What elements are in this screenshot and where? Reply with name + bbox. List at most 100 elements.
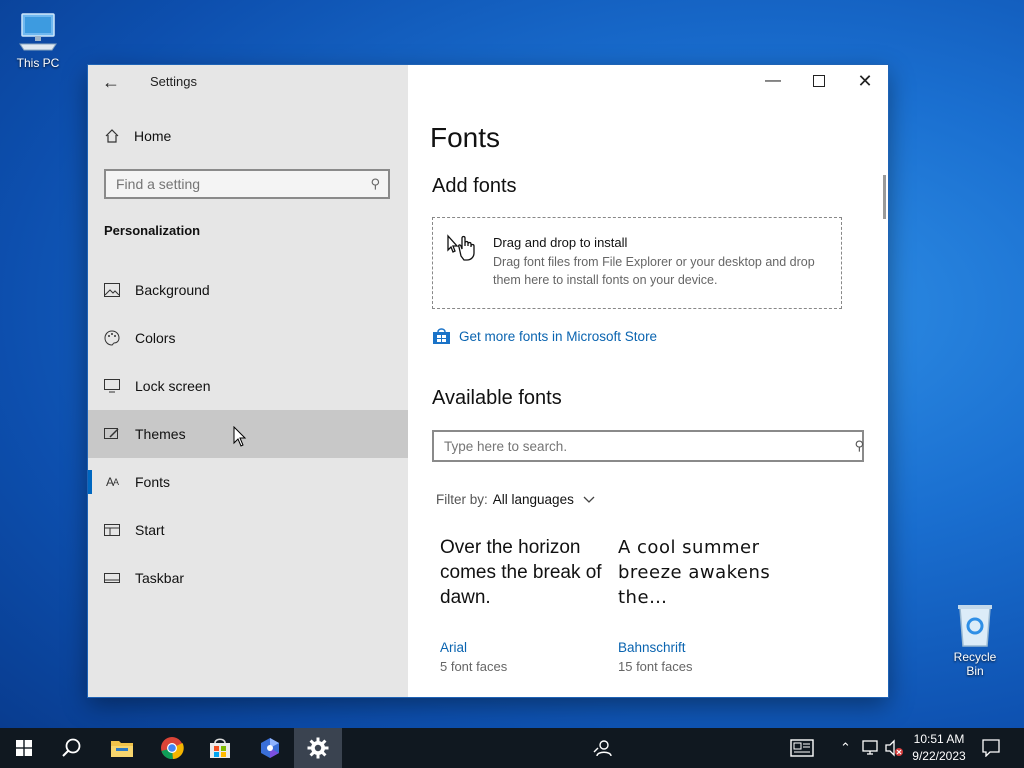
taskbar: ⌃ 10:51 AM 9/22/2023: [0, 728, 1024, 768]
sidebar-item-fonts[interactable]: AA Fonts: [88, 458, 408, 506]
file-explorer-icon: [111, 741, 133, 757]
find-setting-input[interactable]: [106, 171, 366, 197]
back-arrow-icon[interactable]: ←: [102, 72, 122, 92]
news-button[interactable]: [790, 728, 814, 768]
font-name: Bahnschrift: [618, 640, 686, 655]
volume-muted-icon: [885, 739, 903, 757]
settings-window: ← Settings Home ⚲ Personalization Backgr…: [88, 65, 888, 697]
recycle-bin-icon: [958, 605, 992, 647]
font-card-bahnschrift[interactable]: A cool summer breeze awakens the… Bahnsc…: [618, 535, 788, 674]
start-icon: [16, 740, 32, 756]
sidebar: ← Settings Home ⚲ Personalization Backgr…: [88, 65, 408, 697]
sidebar-item-colors[interactable]: Colors: [88, 314, 408, 362]
maximize-icon: [813, 75, 825, 87]
font-icon: AA: [105, 475, 119, 489]
minimize-icon: —: [765, 72, 781, 89]
taskbar-file-explorer[interactable]: [98, 728, 146, 768]
network-icon: [862, 740, 878, 755]
search-icon: ⚲: [370, 176, 380, 191]
sidebar-item-lock-screen[interactable]: Lock screen: [88, 362, 408, 410]
home-label: Home: [134, 128, 172, 144]
font-face-count: 15 font faces: [618, 659, 693, 674]
font-sample-text: Over the horizon comes the break of dawn…: [440, 537, 602, 608]
monitor-icon: [104, 378, 120, 394]
mouse-cursor-icon: [233, 426, 247, 447]
microsoft-store-link[interactable]: Get more fonts in Microsoft Store: [432, 327, 657, 345]
taskbar-chrome[interactable]: [148, 728, 196, 768]
drop-zone-description: Drag font files from File Explorer or yo…: [493, 255, 815, 287]
chevron-up-icon: ⌃: [840, 740, 851, 755]
sidebar-item-label: Themes: [135, 426, 186, 442]
font-name: Arial: [440, 640, 468, 655]
font-card-arial[interactable]: Over the horizon comes the break of dawn…: [440, 535, 610, 674]
computer-icon: [19, 13, 57, 51]
news-icon: [790, 739, 814, 757]
filter-value: All languages: [492, 492, 574, 507]
taskbar-settings[interactable]: [294, 728, 342, 768]
chevron-down-icon: [583, 492, 595, 507]
filter-label: Filter by:: [436, 492, 488, 507]
desktop-icon-recycle-bin[interactable]: Recycle Bin: [944, 602, 1006, 678]
available-fonts-heading: Available fonts: [432, 387, 562, 409]
sidebar-item-label: Lock screen: [135, 378, 211, 394]
sidebar-item-label: Start: [135, 522, 165, 538]
title-bar[interactable]: ← Settings: [88, 65, 408, 99]
main-content: — ✕ Fonts Add fonts Drag and drop to ins…: [408, 65, 888, 697]
language-filter[interactable]: Filter by: All languages: [436, 492, 595, 507]
network-button[interactable]: [862, 728, 880, 768]
notification-icon: [982, 739, 1000, 757]
desktop-icon-label: This PC: [16, 56, 60, 70]
font-search-box[interactable]: ⚲: [432, 430, 864, 462]
minimize-button[interactable]: —: [750, 65, 796, 97]
page-title: Fonts: [430, 122, 501, 153]
brush-icon: [104, 426, 120, 442]
window-title: Settings: [150, 74, 197, 89]
sidebar-item-taskbar[interactable]: Taskbar: [88, 554, 408, 602]
scrollbar[interactable]: [883, 175, 886, 219]
taskbar-store[interactable]: [196, 728, 244, 768]
desktop-icon-label: Recycle Bin: [953, 650, 997, 678]
font-face-count: 5 font faces: [440, 659, 508, 674]
close-icon: ✕: [857, 70, 873, 91]
close-button[interactable]: ✕: [842, 65, 888, 97]
sidebar-item-background[interactable]: Background: [88, 266, 408, 314]
people-button[interactable]: [592, 728, 612, 768]
taskbar-search-button[interactable]: [48, 728, 96, 768]
store-icon: [210, 738, 230, 758]
home-icon: [105, 129, 119, 143]
people-icon: [593, 740, 612, 757]
system-clock[interactable]: 10:51 AM 9/22/2023: [906, 731, 972, 765]
find-setting-search[interactable]: ⚲: [104, 169, 390, 199]
show-hidden-icons-button[interactable]: ⌃: [840, 728, 851, 768]
settings-icon: [307, 737, 329, 759]
sidebar-item-label: Fonts: [135, 474, 171, 490]
font-sample-text: A cool summer breeze awakens the…: [618, 537, 771, 608]
chrome-icon: [161, 737, 184, 760]
font-drop-zone[interactable]: Drag and drop to install Drag font files…: [432, 217, 842, 309]
desktop-icon-this-pc[interactable]: This PC: [8, 10, 68, 70]
drop-zone-title: Drag and drop to install: [493, 235, 628, 250]
section-heading: Personalization: [104, 223, 201, 238]
taskbar-icon: [104, 570, 120, 586]
action-center-button[interactable]: [982, 728, 1000, 768]
taskbar-photos[interactable]: [246, 728, 294, 768]
store-link-label: Get more fonts in Microsoft Store: [459, 328, 658, 344]
photos-icon: [261, 738, 279, 758]
sidebar-item-start[interactable]: Start: [88, 506, 408, 554]
start-layout-icon: [104, 522, 120, 538]
hand-pointer-icon: [447, 234, 475, 261]
font-search-input[interactable]: [434, 432, 834, 460]
start-button[interactable]: [0, 728, 48, 768]
sidebar-nav: Background Colors Lock screen Themes A A…: [88, 266, 408, 602]
sidebar-item-themes[interactable]: Themes: [88, 410, 408, 458]
maximize-button[interactable]: [796, 65, 842, 97]
search-icon: ⚲: [854, 438, 864, 453]
home-button[interactable]: Home: [104, 128, 171, 144]
sidebar-item-label: Taskbar: [135, 570, 185, 586]
palette-icon: [104, 330, 120, 346]
sidebar-item-label: Background: [135, 282, 210, 298]
volume-button[interactable]: [884, 728, 904, 768]
image-icon: [104, 282, 120, 298]
add-fonts-heading: Add fonts: [432, 175, 517, 197]
sidebar-item-label: Colors: [135, 330, 176, 346]
